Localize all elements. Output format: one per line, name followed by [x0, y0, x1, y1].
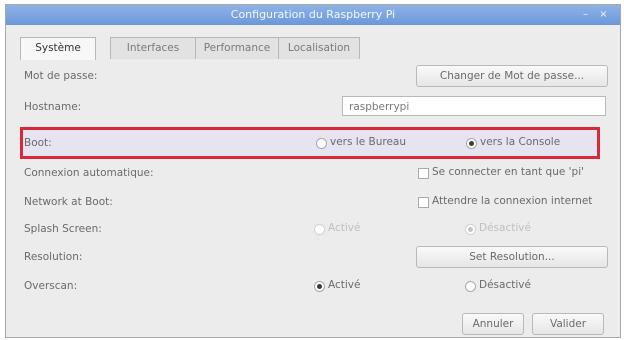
ok-button[interactable]: Valider [532, 313, 604, 335]
network-boot-checkbox[interactable] [418, 197, 429, 208]
splash-on-radio[interactable] [314, 224, 325, 235]
autologin-label: Connexion automatique: [24, 167, 154, 179]
boot-console-radio[interactable] [466, 138, 477, 149]
tab-interfaces[interactable]: Interfaces [110, 37, 196, 59]
network-boot-label: Network at Boot: [24, 196, 113, 208]
boot-desktop-label[interactable]: vers le Bureau [330, 136, 406, 148]
hostname-field[interactable]: raspberrypi [342, 96, 606, 116]
autologin-checkbox[interactable] [418, 168, 429, 179]
config-window: Configuration du Raspberry Pi – × Systèm… [5, 4, 621, 338]
cancel-button[interactable]: Annuler [462, 313, 524, 335]
hostname-label: Hostname: [24, 101, 82, 113]
overscan-off-radio[interactable] [465, 281, 476, 292]
minimize-icon[interactable]: – [580, 10, 591, 20]
overscan-off-label[interactable]: Désactivé [479, 279, 531, 291]
overscan-on-radio[interactable] [314, 281, 325, 292]
close-icon[interactable]: × [598, 10, 609, 20]
tab-localisation[interactable]: Localisation [278, 37, 360, 59]
boot-console-label[interactable]: vers la Console [480, 136, 560, 148]
boot-desktop-radio[interactable] [316, 138, 327, 149]
tab-systeme[interactable]: Système [20, 37, 96, 60]
overscan-on-label[interactable]: Activé [328, 279, 360, 291]
splash-on-label[interactable]: Activé [328, 222, 360, 234]
title-bar[interactable]: Configuration du Raspberry Pi – × [6, 5, 620, 25]
splash-label: Splash Screen: [24, 223, 102, 235]
resolution-label: Resolution: [24, 251, 83, 263]
boot-label: Boot: [24, 137, 52, 149]
splash-off-label[interactable]: Désactivé [479, 222, 531, 234]
set-resolution-button[interactable]: Set Resolution... [416, 246, 608, 268]
overscan-label: Overscan: [24, 280, 78, 292]
password-label: Mot de passe: [24, 70, 98, 82]
autologin-check-label[interactable]: Se connecter en tant que 'pi' [432, 166, 584, 178]
tab-performance[interactable]: Performance [195, 37, 279, 59]
splash-off-radio[interactable] [465, 224, 476, 235]
window-title: Configuration du Raspberry Pi [230, 8, 396, 21]
network-boot-check-label[interactable]: Attendre la connexion internet [432, 195, 592, 207]
change-password-button[interactable]: Changer de Mot de passe... [416, 65, 608, 87]
